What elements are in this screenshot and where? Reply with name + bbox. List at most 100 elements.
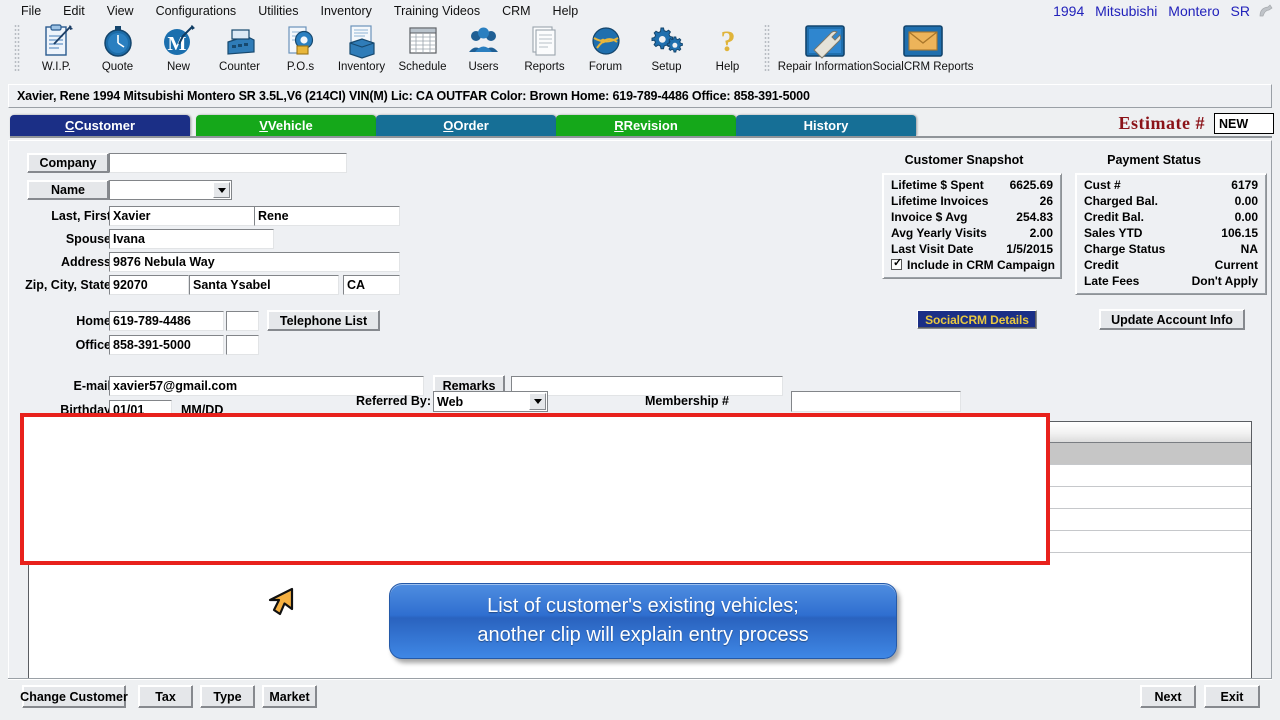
snapshot-value: 6625.69 (1010, 178, 1053, 192)
purchase-order-icon (284, 24, 318, 60)
snapshot-value: 254.83 (1016, 210, 1053, 224)
snapshot-value: 2.00 (1030, 226, 1053, 240)
wrench-window-icon (800, 24, 850, 60)
name-combobox[interactable] (109, 180, 232, 200)
toolbar-button-reports[interactable]: Reports (514, 22, 575, 78)
spouse-input[interactable]: Ivana (109, 229, 274, 249)
referred-by-combobox[interactable]: Web (433, 391, 548, 412)
toolbar-button-socialcrm-reports[interactable]: SocialCRM Reports (874, 22, 972, 78)
home-phone-input[interactable]: 619-789-4486 (109, 311, 224, 331)
checkbox-label: Include in CRM Campaign (907, 258, 1055, 272)
calendar-icon (406, 24, 440, 60)
documents-icon (528, 24, 562, 60)
cash-register-icon (223, 24, 257, 60)
menu-item-configurations[interactable]: Configurations (145, 2, 248, 20)
menu-item-help[interactable]: Help (542, 2, 590, 20)
toolbar-button-new[interactable]: M New (148, 22, 209, 78)
toolbar-label: Repair Information (778, 61, 873, 73)
payment-row: Charged Bal. 0.00 (1076, 194, 1266, 210)
payment-row: Sales YTD 106.15 (1076, 226, 1266, 242)
tab-customer[interactable]: CCustomer (10, 115, 190, 136)
customer-snapshot-title: Customer Snapshot (869, 153, 1059, 167)
mouse-cursor-icon (266, 585, 300, 621)
first-name-input[interactable]: Rene (254, 206, 400, 226)
payment-value: NA (1241, 242, 1258, 256)
estimate-number-field[interactable]: NEW (1214, 113, 1274, 134)
menu-item-utilities[interactable]: Utilities (247, 2, 309, 20)
tab-vehicle[interactable]: VVehicle (196, 115, 376, 136)
checkbox-icon: ✓ (891, 259, 902, 270)
toolbar-button-forum[interactable]: Forum (575, 22, 636, 78)
payment-key: Charge Status (1084, 242, 1165, 256)
inventory-box-icon (345, 24, 379, 60)
satellite-dish-icon[interactable] (1257, 3, 1275, 19)
menu-bar: File Edit View Configurations Utilities … (0, 0, 1280, 22)
address-input[interactable]: 9876 Nebula Way (109, 252, 400, 272)
company-button[interactable]: Company (27, 153, 109, 173)
update-account-info-button[interactable]: Update Account Info (1099, 309, 1245, 330)
email-input[interactable]: xavier57@gmail.com (109, 376, 424, 396)
tab-label: History (804, 118, 849, 133)
toolbar-label: Reports (524, 61, 564, 73)
vehicle-year: 1994 (1053, 3, 1084, 19)
office-phone-input[interactable]: 858-391-5000 (109, 335, 224, 355)
toolbar-button-counter[interactable]: Counter (209, 22, 270, 78)
tab-bar: CCustomer VVehicle OOrder RRevision Hist… (10, 115, 1280, 137)
payment-value: 6179 (1231, 178, 1258, 192)
city-input[interactable]: Santa Ysabel (189, 275, 339, 295)
state-input[interactable]: CA (343, 275, 400, 295)
zip-input[interactable]: 92070 (109, 275, 189, 295)
socialcrm-details-button[interactable]: SocialCRM Details (917, 310, 1037, 329)
chevron-down-icon[interactable] (529, 393, 546, 410)
menu-item-edit[interactable]: Edit (52, 2, 96, 20)
toolbar-button-inventory[interactable]: Inventory (331, 22, 392, 78)
tab-order[interactable]: OOrder (376, 115, 556, 136)
telephone-list-button[interactable]: Telephone List (267, 310, 380, 331)
menu-item-training-videos[interactable]: Training Videos (383, 2, 491, 20)
remarks-input[interactable] (511, 376, 783, 396)
toolbar-button-help[interactable]: ? Help (697, 22, 758, 78)
toolbar-label: New (167, 61, 190, 73)
menu-item-crm[interactable]: CRM (491, 2, 541, 20)
toolbar-button-pos[interactable]: P.O.s (270, 22, 331, 78)
change-customer-button[interactable]: Change Customer (22, 685, 126, 708)
toolbar-button-users[interactable]: Users (453, 22, 514, 78)
type-button[interactable]: Type (200, 685, 255, 708)
toolbar-button-setup[interactable]: Setup (636, 22, 697, 78)
membership-input[interactable] (791, 391, 961, 412)
menu-item-file[interactable]: File (10, 2, 52, 20)
snapshot-value: 26 (1040, 194, 1053, 208)
snapshot-key: Last Visit Date (891, 242, 973, 256)
snapshot-row: Lifetime Invoices 26 (883, 194, 1061, 210)
menu-item-inventory[interactable]: Inventory (309, 2, 382, 20)
toolbar-button-schedule[interactable]: Schedule (392, 22, 453, 78)
include-in-crm-campaign-checkbox[interactable]: ✓ Include in CRM Campaign (883, 258, 1061, 274)
last-name-input[interactable]: Xavier (109, 206, 264, 226)
menu-item-view[interactable]: View (96, 2, 145, 20)
globe-icon (589, 24, 623, 60)
payment-value: Current (1215, 258, 1258, 272)
callout-line-2: another clip will explain entry process (477, 621, 808, 650)
toolbar-grip[interactable] (14, 24, 20, 72)
toolbar-button-quote[interactable]: Quote (87, 22, 148, 78)
column-header-blank[interactable] (1043, 422, 1249, 442)
tab-history[interactable]: History (736, 115, 916, 136)
spouse-label: Spouse (19, 232, 111, 246)
home-phone-ext-input[interactable] (226, 311, 259, 331)
tax-button[interactable]: Tax (138, 685, 193, 708)
toolbar-button-repair-information[interactable]: Repair Information (776, 22, 874, 78)
chevron-down-icon[interactable] (213, 182, 230, 198)
company-input[interactable] (109, 153, 347, 173)
name-button[interactable]: Name (27, 180, 109, 200)
next-button[interactable]: Next (1140, 685, 1196, 708)
zip-city-state-label: Zip, City, State (9, 278, 111, 292)
checkmark-circle-icon: M (162, 24, 196, 60)
market-button[interactable]: Market (262, 685, 317, 708)
question-mark-icon: ? (711, 24, 745, 60)
toolbar-button-wip[interactable]: W.I.P. (26, 22, 87, 78)
office-phone-ext-input[interactable] (226, 335, 259, 355)
tab-revision[interactable]: RRevision (556, 115, 736, 136)
payment-value: Don't Apply (1192, 274, 1258, 288)
payment-row: Charge Status NA (1076, 242, 1266, 258)
exit-button[interactable]: Exit (1204, 685, 1260, 708)
